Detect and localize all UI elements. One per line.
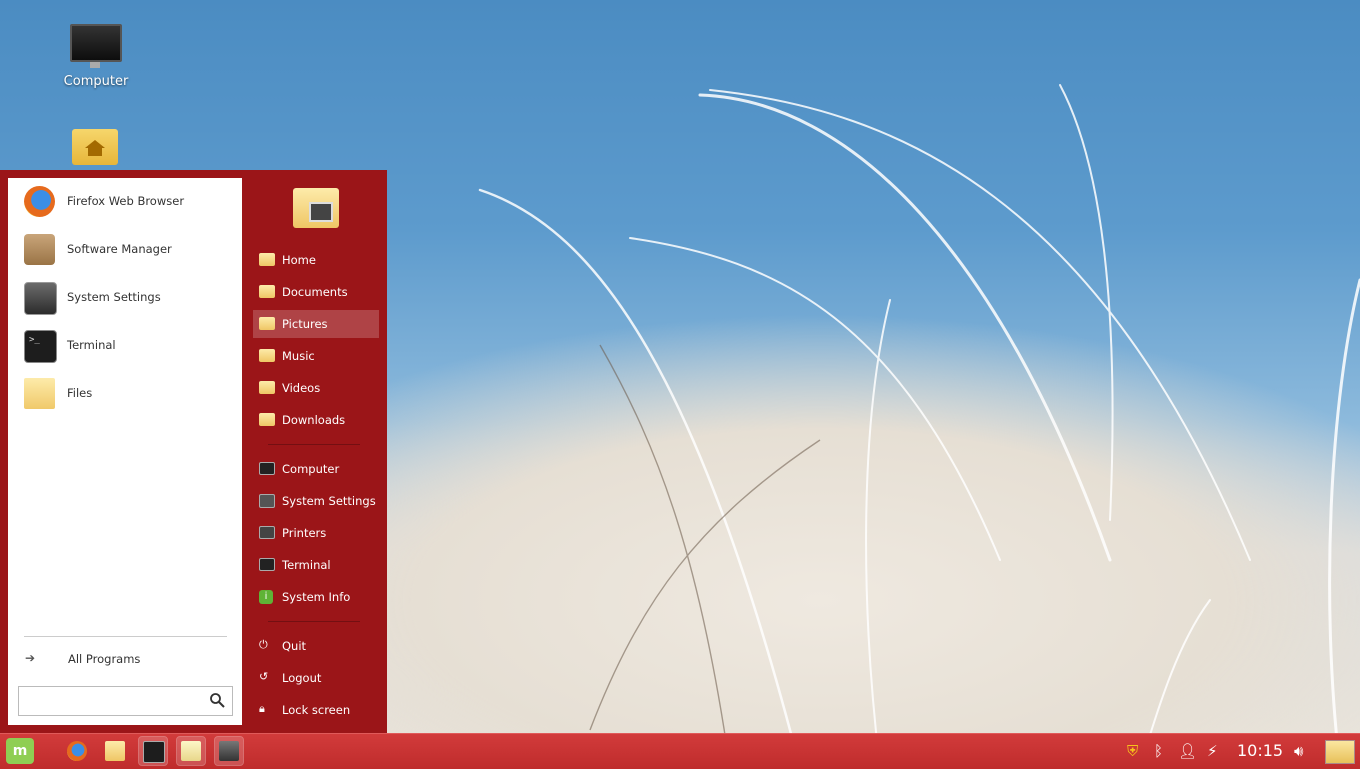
- power-icon: ⏻: [259, 638, 268, 651]
- monitor-icon: [70, 24, 122, 68]
- user-icon[interactable]: 👤︎: [1178, 742, 1197, 760]
- printer-icon: [259, 526, 275, 539]
- documents-folder-icon: [259, 285, 275, 298]
- mint-menu-button[interactable]: m: [6, 738, 34, 764]
- settings-icon: [219, 741, 239, 761]
- launcher-firefox[interactable]: [63, 737, 91, 765]
- volume-icon[interactable]: 🔊︎: [1294, 742, 1303, 760]
- system-label: Terminal: [282, 558, 331, 572]
- system-label: Computer: [282, 462, 340, 476]
- place-label: Videos: [282, 381, 321, 395]
- lock-icon: 🔒︎: [259, 702, 265, 715]
- system-settings-icon: [24, 282, 57, 315]
- all-programs-label: All Programs: [68, 652, 141, 666]
- system-label: System Settings: [282, 494, 376, 508]
- place-documents[interactable]: Documents: [253, 278, 379, 306]
- software-manager-icon: [24, 234, 55, 265]
- session-label: Logout: [282, 671, 322, 685]
- separator: [268, 621, 360, 622]
- desktop-icon-computer[interactable]: Computer: [56, 24, 136, 89]
- favorite-label: System Settings: [67, 290, 161, 304]
- all-programs-button[interactable]: ➔ All Programs: [8, 648, 242, 670]
- logout-icon: ↺: [259, 670, 269, 683]
- firefox-icon: [24, 186, 55, 217]
- terminal-icon: >_: [24, 330, 57, 363]
- home-folder-icon: [259, 253, 275, 266]
- terminal-icon: [143, 741, 165, 763]
- videos-folder-icon: [259, 381, 275, 394]
- place-label: Pictures: [282, 317, 328, 331]
- place-pictures[interactable]: Pictures: [253, 310, 379, 338]
- home-folder-icon: [72, 129, 118, 165]
- taskbar: m ⛨ ᛒ 👤︎ ⚡︎ 10:15 🔊︎: [0, 733, 1360, 769]
- launcher-terminal[interactable]: [138, 736, 168, 766]
- favorites-pane: Firefox Web Browser Software Manager Sys…: [8, 178, 242, 725]
- files-icon: [105, 741, 125, 761]
- favorite-label: Firefox Web Browser: [67, 194, 185, 208]
- place-music[interactable]: Music: [253, 342, 379, 370]
- system-printers[interactable]: Printers: [253, 519, 379, 547]
- pictures-folder-icon: [293, 188, 339, 228]
- firefox-icon: [67, 741, 87, 761]
- downloads-folder-icon: [259, 413, 275, 426]
- settings-icon: [259, 494, 275, 508]
- session-label: Quit: [282, 639, 307, 653]
- session-logout[interactable]: ↺ Logout: [253, 664, 379, 692]
- favorite-system-settings[interactable]: System Settings: [8, 278, 242, 318]
- system-computer[interactable]: Computer: [253, 455, 379, 483]
- folder-icon: [24, 378, 55, 409]
- show-desktop-icon[interactable]: [1325, 740, 1355, 764]
- desktop-icon-home[interactable]: [55, 129, 135, 165]
- favorite-label: Terminal: [67, 338, 116, 352]
- start-menu: Firefox Web Browser Software Manager Sys…: [0, 170, 387, 733]
- clock[interactable]: 10:15: [1237, 741, 1283, 760]
- system-settings[interactable]: System Settings: [253, 487, 379, 515]
- favorite-software-manager[interactable]: Software Manager: [8, 230, 242, 270]
- update-shield-icon[interactable]: ⛨: [1127, 742, 1138, 760]
- place-videos[interactable]: Videos: [253, 374, 379, 402]
- place-home[interactable]: Home: [253, 246, 379, 274]
- place-label: Home: [282, 253, 316, 267]
- search-input[interactable]: [25, 692, 199, 710]
- pictures-folder-icon: [259, 317, 275, 330]
- computer-icon: [259, 462, 275, 475]
- search-icon[interactable]: [209, 692, 225, 708]
- music-folder-icon: [259, 349, 275, 362]
- network-icon[interactable]: ⚡︎: [1207, 742, 1218, 760]
- terminal-icon: [259, 558, 275, 571]
- favorite-label: Software Manager: [67, 242, 172, 256]
- info-icon: i: [259, 590, 273, 604]
- session-quit[interactable]: ⏻ Quit: [253, 632, 379, 660]
- favorite-files[interactable]: Files: [8, 374, 242, 414]
- launcher-text-editor[interactable]: [176, 736, 206, 766]
- place-label: Documents: [282, 285, 348, 299]
- session-lock[interactable]: 🔒︎ Lock screen: [253, 696, 379, 724]
- favorite-label: Files: [67, 386, 93, 400]
- desktop-icon-label: Computer: [63, 74, 129, 89]
- separator: [24, 636, 227, 637]
- launcher-files[interactable]: [101, 737, 129, 765]
- system-info[interactable]: i System Info: [253, 583, 379, 611]
- place-label: Music: [282, 349, 315, 363]
- places-pane: Home Documents Pictures Music Videos Dow…: [250, 170, 387, 733]
- search-box: [18, 686, 233, 716]
- place-downloads[interactable]: Downloads: [253, 406, 379, 434]
- session-label: Lock screen: [282, 703, 351, 717]
- separator: [268, 444, 360, 445]
- launcher-settings[interactable]: [214, 736, 244, 766]
- system-terminal[interactable]: Terminal: [253, 551, 379, 579]
- text-editor-icon: [181, 741, 201, 761]
- system-label: System Info: [282, 590, 351, 604]
- favorite-terminal[interactable]: >_ Terminal: [8, 326, 242, 366]
- place-label: Downloads: [282, 413, 346, 427]
- system-label: Printers: [282, 526, 327, 540]
- favorite-firefox[interactable]: Firefox Web Browser: [8, 182, 242, 222]
- arrow-right-icon: ➔: [25, 651, 36, 665]
- bluetooth-icon[interactable]: ᛒ: [1154, 742, 1163, 760]
